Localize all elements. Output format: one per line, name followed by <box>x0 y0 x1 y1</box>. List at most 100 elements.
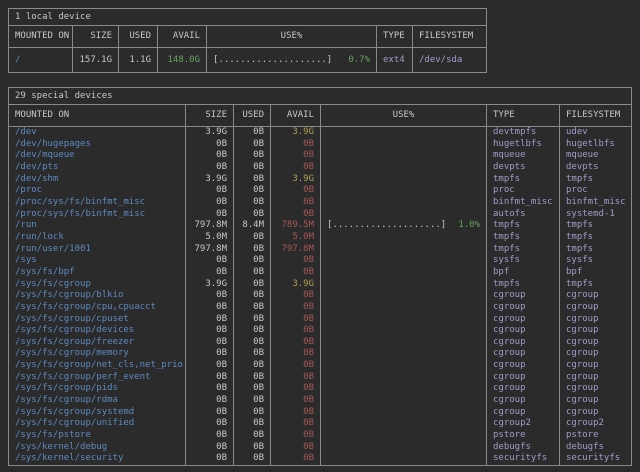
size-cell: 0B <box>186 162 234 174</box>
type-cell: devtmpfs <box>487 127 560 139</box>
use-cell <box>321 127 487 139</box>
usage-bar: [....................] <box>327 220 446 232</box>
size-cell: 0B <box>186 348 234 360</box>
device-row: /157.1G1.1G148.0G[....................]0… <box>9 48 486 72</box>
type-cell: cgroup <box>487 337 560 349</box>
use-cell <box>321 453 487 465</box>
avail-cell: 0B <box>271 407 321 419</box>
column-header: SIZE <box>186 105 234 126</box>
avail-cell: 0B <box>271 197 321 209</box>
size-cell: 0B <box>186 407 234 419</box>
used-cell: 0B <box>234 209 271 221</box>
used-cell: 0B <box>234 162 271 174</box>
avail-cell: 0B <box>271 395 321 407</box>
size-cell: 3.9G <box>186 127 234 139</box>
use-cell <box>321 197 487 209</box>
used-cell: 0B <box>234 325 271 337</box>
usage-percent: 0.7% <box>348 48 370 72</box>
filesystem-cell: cgroup <box>560 372 631 384</box>
device-row: /sys/fs/cgroup/freezer0B0B0Bcgroupcgroup <box>9 337 631 349</box>
avail-cell: 797.8M <box>271 244 321 256</box>
avail-cell: 0B <box>271 185 321 197</box>
used-cell: 0B <box>234 244 271 256</box>
use-cell <box>321 302 487 314</box>
used-cell: 0B <box>234 407 271 419</box>
mounted-on-cell: /sys/kernel/debug <box>9 442 186 454</box>
mounted-on-cell: /run <box>9 220 186 232</box>
mounted-on-cell: /sys/fs/cgroup/blkio <box>9 290 186 302</box>
use-cell <box>321 430 487 442</box>
size-cell: 0B <box>186 185 234 197</box>
type-cell: cgroup <box>487 348 560 360</box>
mounted-on-cell: /sys/fs/cgroup/memory <box>9 348 186 360</box>
filesystem-cell: cgroup <box>560 383 631 395</box>
device-row: /sys/fs/cgroup/unified0B0B0Bcgroup2cgrou… <box>9 418 631 430</box>
avail-cell: 0B <box>271 337 321 349</box>
used-cell: 0B <box>234 150 271 162</box>
size-cell: 0B <box>186 383 234 395</box>
used-cell: 0B <box>234 127 271 139</box>
avail-cell: 0B <box>271 453 321 465</box>
size-cell: 0B <box>186 302 234 314</box>
column-header: MOUNTED ON <box>9 26 73 47</box>
use-cell <box>321 442 487 454</box>
use-cell <box>321 372 487 384</box>
avail-cell: 148.0G <box>158 48 207 72</box>
size-cell: 0B <box>186 290 234 302</box>
column-header: USED <box>119 26 158 47</box>
local-devices-table: 1 local deviceMOUNTED ONSIZEUSEDAVAILUSE… <box>8 8 487 73</box>
mounted-on-cell: /run/lock <box>9 232 186 244</box>
avail-cell: 0B <box>271 209 321 221</box>
avail-cell: 0B <box>271 325 321 337</box>
used-cell: 0B <box>234 337 271 349</box>
filesystem-cell: cgroup <box>560 314 631 326</box>
type-cell: cgroup <box>487 302 560 314</box>
mounted-on-cell: /sys/fs/cgroup/devices <box>9 325 186 337</box>
column-header: FILESYSTEM <box>560 105 631 126</box>
used-cell: 0B <box>234 418 271 430</box>
used-cell: 0B <box>234 348 271 360</box>
size-cell: 0B <box>186 442 234 454</box>
filesystem-cell: cgroup <box>560 360 631 372</box>
used-cell: 0B <box>234 185 271 197</box>
table-body: /157.1G1.1G148.0G[....................]0… <box>9 48 486 72</box>
use-cell <box>321 174 487 186</box>
use-cell <box>321 279 487 291</box>
mounted-on-cell: /sys/fs/cgroup/systemd <box>9 407 186 419</box>
used-cell: 0B <box>234 442 271 454</box>
mounted-on-cell: /sys/fs/cgroup/net_cls,net_prio <box>9 360 186 372</box>
column-header: SIZE <box>73 26 119 47</box>
size-cell: 0B <box>186 337 234 349</box>
size-cell: 0B <box>186 197 234 209</box>
filesystem-cell: pstore <box>560 430 631 442</box>
column-header: FILESYSTEM <box>413 26 486 47</box>
size-cell: 0B <box>186 139 234 151</box>
filesystem-cell: mqueue <box>560 150 631 162</box>
mounted-on-cell: /run/user/1001 <box>9 244 186 256</box>
type-cell: bpf <box>487 267 560 279</box>
used-cell: 0B <box>234 314 271 326</box>
size-cell: 157.1G <box>73 48 119 72</box>
type-cell: cgroup <box>487 372 560 384</box>
avail-cell: 0B <box>271 150 321 162</box>
type-cell: devpts <box>487 162 560 174</box>
use-cell <box>321 407 487 419</box>
device-row: /sys/fs/cgroup/cpu,cpuacct0B0B0Bcgroupcg… <box>9 302 631 314</box>
mounted-on-cell: /sys/fs/cgroup <box>9 279 186 291</box>
table-title: 1 local device <box>9 9 486 26</box>
mounted-on-cell: /dev/pts <box>9 162 186 174</box>
mounted-on-cell: /sys/fs/cgroup/unified <box>9 418 186 430</box>
column-header: MOUNTED ON <box>9 105 186 126</box>
column-header: AVAIL <box>158 26 207 47</box>
column-header: TYPE <box>487 105 560 126</box>
filesystem-cell: cgroup <box>560 325 631 337</box>
device-row: /sys/fs/cgroup/net_cls,net_prio0B0B0Bcgr… <box>9 360 631 372</box>
use-cell: [....................]1.0% <box>321 220 487 232</box>
size-cell: 5.0M <box>186 232 234 244</box>
device-row: /sys/fs/cgroup/devices0B0B0Bcgroupcgroup <box>9 325 631 337</box>
size-cell: 0B <box>186 395 234 407</box>
device-row: /sys/fs/cgroup/rdma0B0B0Bcgroupcgroup <box>9 395 631 407</box>
device-row: /sys/kernel/debug0B0B0Bdebugfsdebugfs <box>9 442 631 454</box>
filesystem-cell: sysfs <box>560 255 631 267</box>
type-cell: ext4 <box>377 48 413 72</box>
